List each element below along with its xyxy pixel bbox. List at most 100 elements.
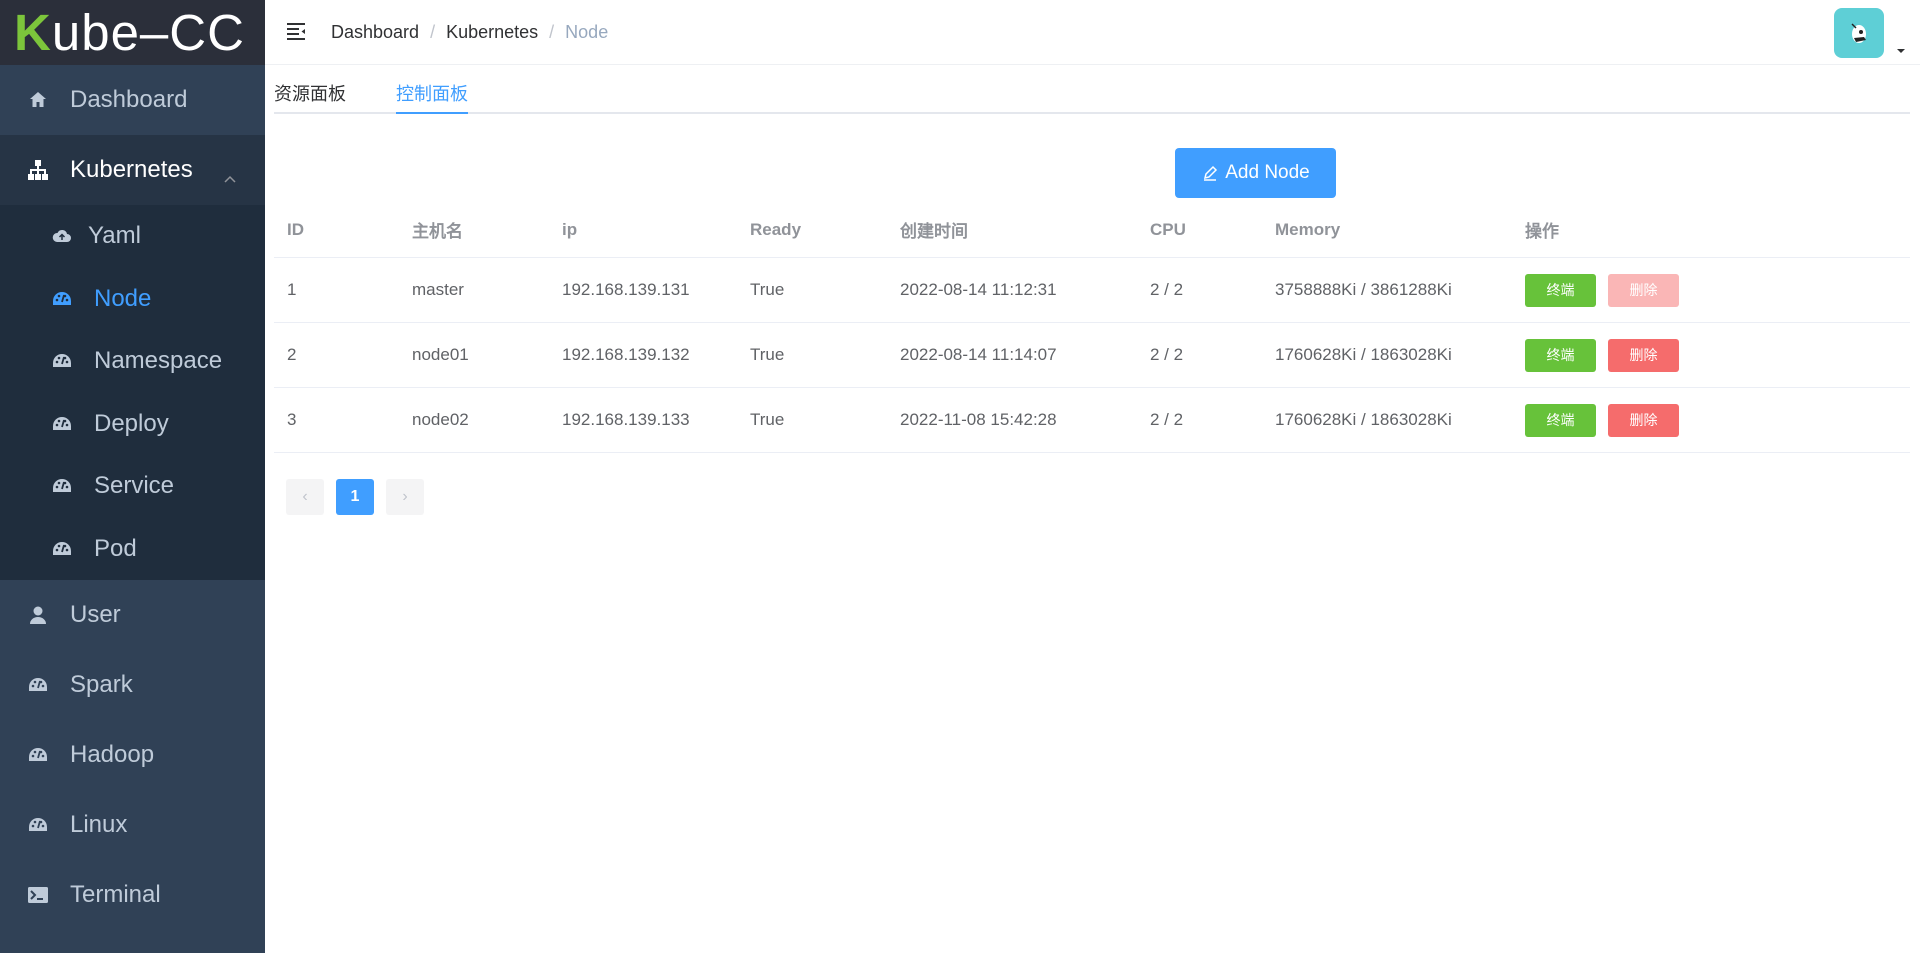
next-page-button[interactable]: › bbox=[386, 479, 424, 515]
add-node-button[interactable]: Add Node bbox=[1175, 148, 1336, 198]
cell-cpu: 2 / 2 bbox=[1150, 410, 1184, 429]
kubernetes-submenu: Yaml Node Namespace Deploy Service Pod bbox=[0, 205, 265, 580]
sidebar-item-label: Spark bbox=[70, 671, 133, 698]
pagination: ‹ 1 › bbox=[286, 479, 436, 515]
cell-created-time: 2022-08-14 11:12:31 bbox=[900, 280, 1057, 299]
sidebar-item-kubernetes[interactable]: Kubernetes bbox=[0, 135, 265, 205]
prev-page-button[interactable]: ‹ bbox=[286, 479, 324, 515]
avatar[interactable] bbox=[1834, 8, 1884, 58]
sidebar-item-pod[interactable]: Pod bbox=[0, 518, 265, 581]
dashboard-gauge-icon bbox=[50, 287, 74, 311]
sidebar-item-terminal[interactable]: Terminal bbox=[0, 860, 265, 930]
page-number-button[interactable]: 1 bbox=[336, 479, 374, 515]
sidebar-item-node[interactable]: Node bbox=[0, 268, 265, 331]
cell-id: 3 bbox=[287, 410, 297, 429]
breadcrumb-separator: / bbox=[430, 21, 436, 42]
sidebar-item-label: Service bbox=[94, 472, 175, 500]
dashboard-gauge-icon bbox=[50, 537, 74, 561]
cell-ready: True bbox=[750, 410, 785, 429]
sidebar: Kube–CC Dashboard Kubernetes Yaml Node N… bbox=[0, 0, 265, 953]
cell-ready: True bbox=[750, 280, 785, 299]
sidebar-item-label: Hadoop bbox=[70, 741, 155, 768]
column-header-ip: ip bbox=[562, 219, 578, 239]
sidebar-item-label: Yaml bbox=[88, 222, 141, 250]
cell-cpu: 2 / 2 bbox=[1150, 345, 1184, 364]
cell-hostname: node02 bbox=[412, 410, 469, 429]
sidebar-item-dashboard[interactable]: Dashboard bbox=[0, 65, 265, 135]
dashboard-gauge-icon bbox=[50, 474, 74, 498]
edit-pen-icon bbox=[1201, 164, 1219, 182]
cell-actions: 终端 删除 bbox=[1512, 273, 1910, 307]
terminal-button[interactable]: 终端 bbox=[1525, 273, 1596, 307]
table-row: 3 node02 192.168.139.133 True 2022-11-08… bbox=[274, 388, 1910, 453]
cell-hostname: master bbox=[412, 280, 464, 299]
hamburger-menu-icon[interactable] bbox=[285, 20, 309, 44]
column-header-actions: 操作 bbox=[1525, 222, 1559, 241]
sidebar-item-label: Linux bbox=[70, 811, 128, 838]
breadcrumb-item-node: Node bbox=[565, 21, 609, 42]
cell-actions: 终端 删除 bbox=[1512, 403, 1910, 437]
column-header-ready: Ready bbox=[750, 219, 802, 239]
dashboard-gauge-icon bbox=[26, 673, 50, 697]
cell-created-time: 2022-11-08 15:42:28 bbox=[900, 410, 1057, 429]
dashboard-gauge-icon bbox=[50, 412, 74, 436]
sidebar-item-deploy[interactable]: Deploy bbox=[0, 393, 265, 456]
column-header-memory: Memory bbox=[1275, 219, 1341, 239]
cell-ready: True bbox=[750, 345, 785, 364]
home-icon bbox=[26, 88, 50, 112]
table-row: 1 master 192.168.139.131 True 2022-08-14… bbox=[274, 258, 1910, 323]
sitemap-icon bbox=[26, 158, 50, 182]
cell-id: 2 bbox=[287, 345, 297, 364]
breadcrumb-item-kubernetes[interactable]: Kubernetes bbox=[446, 22, 538, 43]
sidebar-item-service[interactable]: Service bbox=[0, 455, 265, 518]
sidebar-item-label: Deploy bbox=[94, 409, 169, 437]
sidebar-item-label: Terminal bbox=[70, 881, 161, 908]
chevron-up-icon bbox=[223, 163, 237, 191]
column-header-hostname: 主机名 bbox=[412, 222, 463, 241]
cell-ip: 192.168.139.133 bbox=[562, 410, 690, 429]
sidebar-item-label: Node bbox=[94, 284, 152, 312]
tab-resource-panel[interactable]: 资源面板 bbox=[274, 66, 346, 112]
tab-bar: 资源面板 控制面板 bbox=[274, 66, 1910, 114]
dashboard-gauge-icon bbox=[26, 813, 50, 837]
cell-cpu: 2 / 2 bbox=[1150, 280, 1184, 299]
sidebar-item-yaml[interactable]: Yaml bbox=[0, 205, 265, 268]
delete-button[interactable]: 删除 bbox=[1608, 338, 1679, 372]
delete-button[interactable]: 删除 bbox=[1608, 403, 1679, 437]
cloud-upload-icon bbox=[50, 224, 74, 248]
sidebar-item-user[interactable]: User bbox=[0, 580, 265, 650]
user-icon bbox=[26, 603, 50, 627]
sidebar-item-label: Pod bbox=[94, 534, 137, 562]
breadcrumb: Dashboard / Kubernetes / Node bbox=[331, 22, 608, 43]
breadcrumb-separator: / bbox=[549, 21, 555, 42]
column-header-created-time: 创建时间 bbox=[900, 222, 968, 241]
cell-memory: 3758888Ki / 3861288Ki bbox=[1275, 280, 1452, 299]
add-node-label: Add Node bbox=[1225, 162, 1310, 183]
delete-button[interactable]: 删除 bbox=[1608, 273, 1679, 307]
table-header-row: ID 主机名 ip Ready 创建时间 CPU Memory 操作 bbox=[274, 202, 1910, 258]
sidebar-item-label: User bbox=[70, 601, 121, 628]
cell-id: 1 bbox=[287, 280, 297, 299]
top-navbar: Dashboard / Kubernetes / Node bbox=[265, 0, 1920, 65]
sidebar-item-spark[interactable]: Spark bbox=[0, 650, 265, 720]
breadcrumb-item-dashboard[interactable]: Dashboard bbox=[331, 22, 419, 43]
cell-actions: 终端 删除 bbox=[1512, 338, 1910, 372]
terminal-button[interactable]: 终端 bbox=[1525, 403, 1596, 437]
column-header-cpu: CPU bbox=[1150, 219, 1186, 239]
logo-text: ube–CC bbox=[51, 4, 245, 61]
sidebar-item-hadoop[interactable]: Hadoop bbox=[0, 720, 265, 790]
tab-control-panel[interactable]: 控制面板 bbox=[396, 66, 468, 114]
cell-ip: 192.168.139.132 bbox=[562, 345, 690, 364]
caret-down-icon[interactable] bbox=[1896, 42, 1906, 60]
sidebar-item-namespace[interactable]: Namespace bbox=[0, 330, 265, 393]
logo-letter: K bbox=[14, 4, 52, 61]
dashboard-gauge-icon bbox=[50, 349, 74, 373]
terminal-button[interactable]: 终端 bbox=[1525, 338, 1596, 372]
terminal-icon bbox=[26, 883, 50, 907]
sidebar-item-label: Namespace bbox=[94, 347, 223, 375]
dashboard-gauge-icon bbox=[26, 743, 50, 767]
cell-memory: 1760628Ki / 1863028Ki bbox=[1275, 410, 1452, 429]
sidebar-item-linux[interactable]: Linux bbox=[0, 790, 265, 860]
node-table: ID 主机名 ip Ready 创建时间 CPU Memory 操作 1 mas… bbox=[274, 202, 1910, 453]
sidebar-item-label: Dashboard bbox=[70, 86, 188, 113]
